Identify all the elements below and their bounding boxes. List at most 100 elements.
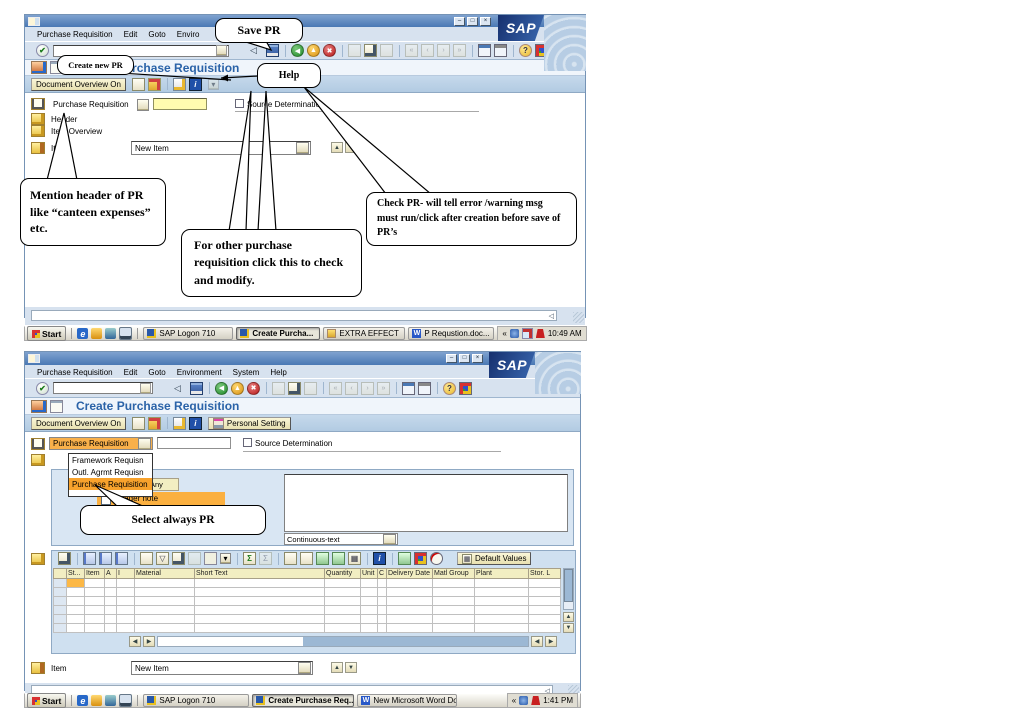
column-header-quantity[interactable]: Quantity	[325, 568, 361, 579]
column-header-stor-l[interactable]: Stor. L	[529, 568, 561, 579]
table-cell[interactable]	[378, 624, 387, 633]
row-selector-cell[interactable]	[53, 624, 67, 633]
scroll-up-button[interactable]: ▲	[563, 612, 574, 622]
taskbar-task[interactable]: WNew Microsoft Word Doc...	[357, 694, 458, 707]
other-purchase-requisition-icon[interactable]	[147, 416, 161, 430]
tray-alert-icon[interactable]	[521, 328, 533, 339]
import-icon[interactable]	[316, 552, 329, 565]
menu-environment[interactable]: Enviro	[177, 30, 200, 39]
close-button[interactable]: ×	[480, 17, 491, 26]
dropdown-option-purchase-requisition[interactable]: Purchase Requisition	[69, 478, 152, 490]
refresh-icon[interactable]	[398, 552, 411, 565]
table-cell[interactable]	[195, 624, 325, 633]
table-cell[interactable]	[387, 579, 433, 588]
table-cell[interactable]	[117, 624, 135, 633]
item-detail-icon[interactable]	[31, 142, 45, 154]
back-circle-icon[interactable]: ◀	[291, 44, 304, 57]
previous-page-icon[interactable]: ‹	[421, 44, 434, 57]
first-page-icon[interactable]: «	[405, 44, 418, 57]
info-icon[interactable]: i	[188, 416, 202, 430]
table-cell[interactable]	[361, 624, 378, 633]
print-icon[interactable]	[140, 552, 153, 565]
command-field-dropdown-icon[interactable]	[140, 382, 151, 394]
table-cell[interactable]	[67, 588, 85, 597]
show-desktop-icon[interactable]	[119, 694, 133, 707]
column-header-unit[interactable]: Unit	[361, 568, 378, 579]
table-cell[interactable]	[135, 579, 195, 588]
table-view-icon[interactable]: ▦	[348, 552, 361, 565]
table-cell[interactable]	[105, 597, 117, 606]
print-preview-icon[interactable]	[284, 552, 297, 565]
table-cell[interactable]	[361, 615, 378, 624]
restore-button[interactable]: □	[459, 354, 470, 363]
find-next-icon[interactable]	[188, 552, 201, 565]
table-cell[interactable]	[387, 624, 433, 633]
column-header-a[interactable]: A	[105, 568, 117, 579]
info-icon[interactable]: i	[188, 77, 202, 91]
taskbar-task[interactable]: SAP Logon 710	[143, 694, 250, 707]
filter-menu-icon[interactable]: ▾	[220, 553, 231, 564]
table-cell[interactable]	[135, 624, 195, 633]
table-cell[interactable]	[67, 624, 85, 633]
menu-goto[interactable]: Goto	[148, 30, 165, 39]
header-expand-icon[interactable]	[31, 113, 45, 125]
scroll-right-button[interactable]: ▶	[545, 636, 557, 647]
table-cell[interactable]	[105, 579, 117, 588]
table-cell[interactable]	[529, 624, 561, 633]
column-header-short-text[interactable]: Short Text	[195, 568, 325, 579]
column-header-item[interactable]: Item	[85, 568, 105, 579]
column-header-matl-group[interactable]: Matl Group	[433, 568, 475, 579]
save-icon[interactable]	[266, 44, 279, 57]
find-next-icon[interactable]	[380, 44, 393, 57]
table-cell[interactable]	[378, 615, 387, 624]
menu-system[interactable]: System	[233, 368, 260, 377]
pr-number-field[interactable]	[157, 437, 231, 449]
menu-edit[interactable]: Edit	[124, 30, 138, 39]
close-button[interactable]: ×	[472, 354, 483, 363]
back-circle-icon[interactable]: ◀	[215, 381, 228, 395]
next-page-icon[interactable]: ›	[437, 44, 450, 57]
table-cell[interactable]	[85, 579, 105, 588]
table-cell[interactable]	[195, 588, 325, 597]
menu-environment[interactable]: Environment	[177, 368, 222, 377]
table-cell[interactable]	[325, 606, 361, 615]
enter-icon[interactable]: ✔	[36, 381, 49, 395]
cancel-icon[interactable]: ✖	[323, 44, 336, 57]
duplicate-item-icon[interactable]	[115, 552, 128, 565]
export-icon[interactable]	[332, 552, 345, 565]
table-cell[interactable]	[325, 615, 361, 624]
table-cell[interactable]	[475, 597, 529, 606]
tray-antivirus-icon[interactable]	[535, 329, 545, 338]
internet-explorer-icon[interactable]: e	[77, 328, 89, 339]
new-session-icon[interactable]	[402, 381, 415, 395]
personal-setting-button[interactable]: Personal Setting	[207, 416, 291, 430]
find-icon[interactable]	[364, 44, 377, 57]
table-cell[interactable]	[433, 588, 475, 597]
table-cell[interactable]	[361, 588, 378, 597]
taskbar-task[interactable]: SAP Logon 710	[143, 327, 234, 340]
table-cell[interactable]	[117, 615, 135, 624]
check-icon[interactable]	[172, 77, 186, 91]
scroll-down-button[interactable]: ▼	[563, 623, 574, 633]
table-cell[interactable]	[325, 579, 361, 588]
previous-item-button[interactable]: ▲	[331, 662, 343, 673]
sort-icon[interactable]: ▽	[156, 552, 169, 565]
create-new-pr-icon[interactable]	[131, 77, 145, 91]
table-cell[interactable]	[195, 606, 325, 615]
command-field[interactable]	[53, 382, 153, 394]
cancel-icon[interactable]: ✖	[247, 381, 260, 395]
taskbar-task[interactable]: WP Requstion.doc...	[408, 327, 495, 340]
clock-icon[interactable]	[430, 552, 443, 565]
menu-help[interactable]: Help	[270, 368, 286, 377]
create-shortcut-icon[interactable]	[418, 381, 431, 395]
pr-type-combo-selected[interactable]: Purchase Requisition	[49, 437, 153, 450]
help-icon[interactable]: ?	[443, 381, 456, 395]
enter-icon[interactable]: ✔	[36, 44, 49, 57]
column-header-st[interactable]: St...	[67, 568, 85, 579]
table-cell[interactable]	[529, 588, 561, 597]
continuous-text-combo[interactable]: Continuous-text	[284, 533, 398, 545]
graph-icon[interactable]	[414, 552, 427, 565]
table-cell[interactable]	[195, 579, 325, 588]
column-header-i[interactable]: I	[117, 568, 135, 579]
item-details-icon[interactable]	[58, 552, 71, 565]
